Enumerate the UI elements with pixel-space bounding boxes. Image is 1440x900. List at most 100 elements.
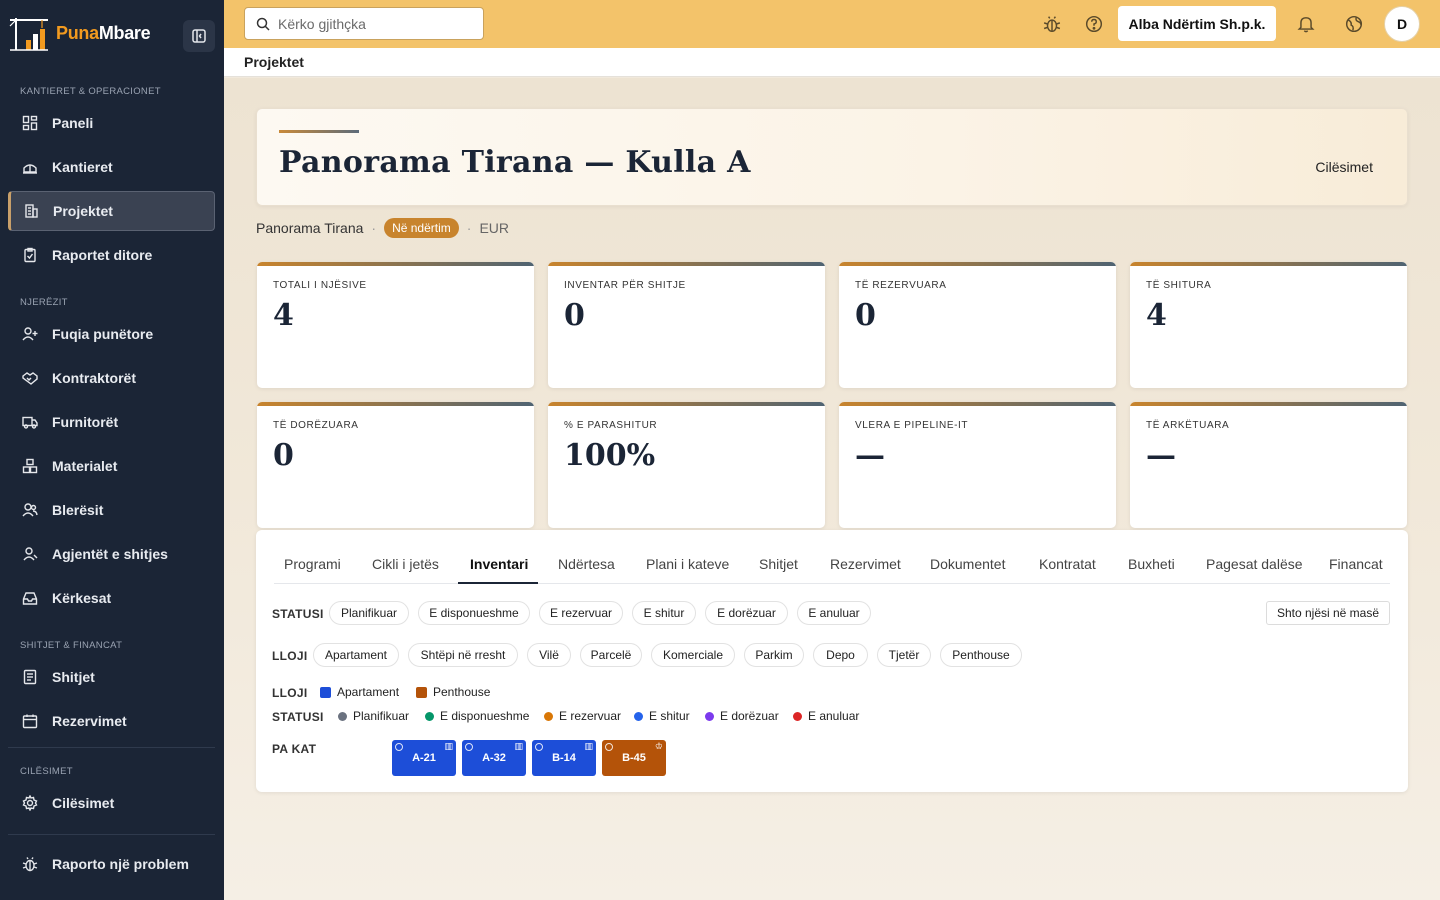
sidebar-item-paneli[interactable]: Paneli	[8, 103, 215, 143]
filter-chip-type[interactable]: Penthouse	[940, 643, 1022, 667]
sidebar-item-kerkesat[interactable]: Kërkesat	[8, 578, 215, 618]
company-switcher-button[interactable]: Alba Ndërtim Sh.p.k.	[1118, 6, 1276, 41]
bulk-add-units-button[interactable]: Shto njësi në masë	[1266, 601, 1390, 625]
filter-chip-status[interactable]: Planifikuar	[329, 601, 409, 625]
filter-chip-status[interactable]: E disponueshme	[418, 601, 530, 625]
sidebar-item-rezervimet[interactable]: Rezervimet	[8, 701, 215, 741]
user-plus-icon	[22, 327, 38, 341]
filter-chip-type[interactable]: Apartament	[313, 643, 399, 667]
sidebar-item-label: Projektet	[53, 203, 113, 219]
tab-rezervimet[interactable]: Rezervimet	[830, 556, 901, 572]
filter-chip-type[interactable]: Parkim	[744, 643, 804, 667]
project-settings-link[interactable]: Cilësimet	[1315, 159, 1373, 175]
filter-chip-type[interactable]: Shtëpi në rresht	[408, 643, 518, 667]
sidebar-item-label: Kërkesat	[52, 590, 112, 606]
filter-chip-status[interactable]: E rezervuar	[539, 601, 623, 625]
stat-card: TË DORËZUARA 0	[257, 402, 534, 528]
sidebar-item-agjentet[interactable]: Agjentët e shitjes	[8, 534, 215, 574]
active-tab-indicator	[458, 582, 538, 584]
filter-chip-type[interactable]: Komerciale	[651, 643, 735, 667]
filter-chip-status[interactable]: E shitur	[632, 601, 696, 625]
debug-button[interactable]	[1040, 12, 1064, 36]
help-button[interactable]	[1082, 12, 1106, 36]
stat-value: 0	[855, 298, 876, 333]
tab-financat[interactable]: Financat	[1329, 556, 1383, 572]
sidebar-divider	[8, 747, 215, 748]
language-button[interactable]	[1342, 12, 1366, 36]
legend-dot	[705, 711, 714, 721]
legend-status-item: E disponueshme	[425, 709, 529, 723]
tab-kontratat[interactable]: Kontratat	[1039, 556, 1096, 572]
main-content: Panorama Tirana — Kulla A Cilësimet Pano…	[224, 78, 1440, 900]
stat-value: 4	[1146, 298, 1167, 333]
sidebar-item-label: Paneli	[52, 115, 94, 131]
search-input[interactable]	[278, 15, 478, 32]
sidebar-item-label: Materialet	[52, 458, 118, 474]
legend-type-label-text: Penthouse	[433, 685, 491, 699]
filter-chip-type[interactable]: Tjetër	[877, 643, 931, 667]
sidebar-item-label: Agjentët e shitjes	[52, 546, 168, 562]
sidebar-item-bleresit[interactable]: Blerësit	[8, 490, 215, 530]
tab-buxheti[interactable]: Buxheti	[1128, 556, 1175, 572]
bug-icon	[1043, 16, 1061, 33]
sidebar-item-raporto-problem[interactable]: Raporto një problem	[8, 844, 215, 884]
tab-ndertesa[interactable]: Ndërtesa	[558, 556, 615, 572]
sidebar-item-label: Furnitorët	[52, 414, 119, 430]
unit-tile[interactable]: ▥ B-14	[532, 740, 596, 776]
sidebar-divider	[8, 834, 215, 835]
sidebar-collapse-button[interactable]	[183, 20, 215, 52]
sidebar-item-fuqia-punetore[interactable]: Fuqia punëtore	[8, 314, 215, 354]
sidebar-item-label: Shitjet	[52, 669, 95, 685]
sidebar-item-shitjet[interactable]: Shitjet	[8, 657, 215, 697]
sidebar-item-label: Kantieret	[52, 159, 113, 175]
user-icon	[23, 547, 38, 561]
sidebar-item-kontraktoret[interactable]: Kontraktorët	[8, 358, 215, 398]
bell-icon	[1297, 17, 1315, 33]
unit-tile[interactable]: ♔ B-45	[602, 740, 666, 776]
sidebar-item-label: Rezervimet	[52, 713, 127, 729]
tab-inventari[interactable]: Inventari	[470, 556, 528, 572]
filter-chip-status[interactable]: E dorëzuar	[705, 601, 788, 625]
stat-label: TË DORËZUARA	[273, 420, 359, 431]
sidebar-item-materialet[interactable]: Materialet	[8, 446, 215, 486]
legend-dot	[338, 711, 347, 721]
tab-cikli-i-jetes[interactable]: Cikli i jetës	[372, 556, 439, 572]
dashboard-icon	[22, 115, 38, 131]
stat-card: TOTALI I NJËSIVE 4	[257, 262, 534, 388]
tab-pagesat-dalese[interactable]: Pagesat dalëse	[1206, 556, 1303, 572]
tab-shitjet[interactable]: Shitjet	[759, 556, 798, 572]
globe-icon	[1345, 15, 1363, 33]
crane-logo-icon	[9, 18, 48, 51]
filter-chip-status[interactable]: E anuluar	[797, 601, 871, 625]
unit-tile[interactable]: ▥ A-21	[392, 740, 456, 776]
sidebar-item-raportet-ditore[interactable]: Raportet ditore	[8, 235, 215, 275]
legend-dot	[793, 711, 802, 721]
stat-value: 0	[273, 438, 294, 473]
project-site-link[interactable]: Panorama Tirana	[256, 220, 363, 236]
sidebar-item-cilesimet[interactable]: Cilësimet	[8, 783, 215, 823]
app-logo[interactable]: PunaMbare	[8, 14, 151, 52]
search-box[interactable]	[244, 7, 484, 40]
stat-value: 0	[564, 298, 585, 333]
sidebar-item-kantieret[interactable]: Kantieret	[8, 147, 215, 187]
unit-tile[interactable]: ▥ A-32	[462, 740, 526, 776]
floor-group-label: PA KAT	[272, 742, 317, 756]
tab-plani-i-kateve[interactable]: Plani i kateve	[646, 556, 729, 572]
notifications-button[interactable]	[1294, 12, 1318, 36]
legend-status-item: E shitur	[634, 709, 690, 723]
boxes-icon	[22, 458, 38, 474]
building-icon: ▥	[584, 741, 593, 751]
filter-chip-type[interactable]: Depo	[813, 643, 868, 667]
filter-chip-type[interactable]: Parcelë	[580, 643, 642, 667]
tab-dokumentet[interactable]: Dokumentet	[930, 556, 1005, 572]
sidebar-item-projektet[interactable]: Projektet	[8, 191, 215, 231]
legend-type-item: Penthouse	[416, 685, 490, 699]
filter-chip-type[interactable]: Vilë	[527, 643, 571, 667]
stat-value: 100%	[564, 438, 656, 473]
building-icon: ▥	[514, 741, 523, 751]
sidebar-item-label: Raporto një problem	[52, 856, 189, 872]
user-avatar[interactable]: D	[1384, 6, 1420, 42]
tab-programi[interactable]: Programi	[284, 556, 341, 572]
stat-card: VLERA E PIPELINE-IT —	[839, 402, 1116, 528]
sidebar-item-furnitoret[interactable]: Furnitorët	[8, 402, 215, 442]
